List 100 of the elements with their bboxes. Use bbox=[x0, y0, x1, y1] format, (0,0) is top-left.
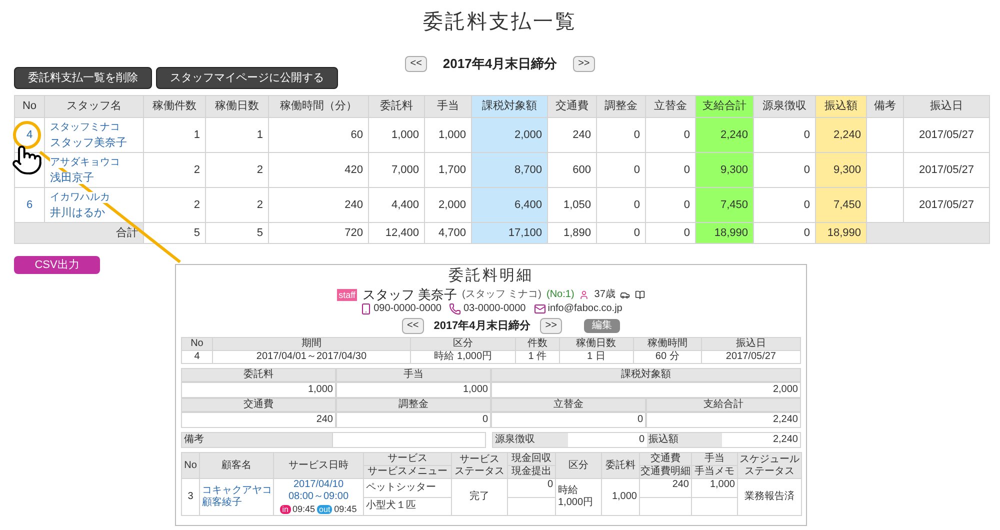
amount-label: 交通費 bbox=[181, 398, 336, 412]
book-icon bbox=[635, 290, 646, 300]
staff-name[interactable]: 井川はるか bbox=[50, 207, 105, 219]
action-button[interactable]: 委託料支払一覧を削除 bbox=[14, 67, 152, 89]
period-label: 2017年4月末日締分 bbox=[434, 319, 530, 333]
column-header: No bbox=[14, 96, 44, 118]
column-header: 交通費 bbox=[640, 452, 692, 466]
staff-number: (No:1) bbox=[546, 288, 574, 300]
column-header: 顧客名 bbox=[200, 452, 274, 478]
table-cell: 7,000 bbox=[368, 152, 424, 188]
column-header: 手当 bbox=[424, 96, 472, 118]
column-header: スタッフ名 bbox=[44, 96, 144, 118]
period-label: 2017年4月末日締分 bbox=[442, 55, 558, 74]
table-cell: 1,890 bbox=[548, 222, 596, 244]
column-header: 区分 bbox=[410, 338, 516, 350]
service-date: 2017/04/10 bbox=[292, 479, 345, 491]
table-cell: 18,990 bbox=[816, 222, 866, 244]
column-header: 現金提出 bbox=[508, 466, 556, 478]
table-cell: 1 bbox=[144, 118, 206, 152]
table-cell: 60 分 bbox=[633, 350, 702, 364]
row-number[interactable]: 4 bbox=[26, 128, 33, 141]
column-header: 振込日 bbox=[701, 338, 800, 350]
table-cell: 9,300 bbox=[696, 152, 754, 188]
column-header: 源泉徴収 bbox=[754, 96, 816, 118]
table-cell: 1,000 bbox=[368, 118, 424, 152]
customer-name[interactable]: 顧客綾子 bbox=[202, 497, 271, 509]
action-button[interactable]: スタッフマイページに公開する bbox=[156, 67, 338, 89]
table-cell: 2,000 bbox=[472, 118, 548, 152]
column-header: 振込額 bbox=[816, 96, 866, 118]
column-header: 委託料 bbox=[368, 96, 424, 118]
contact-text: 03-0000-0000 bbox=[463, 303, 526, 315]
transfer-value: 2,240 bbox=[772, 433, 799, 447]
table-cell: 17,100 bbox=[472, 222, 548, 244]
table-cell: 7,450 bbox=[696, 188, 754, 222]
next-period-button[interactable]: >> bbox=[540, 318, 562, 334]
column-header: サービスメニュー bbox=[364, 466, 452, 478]
withholding-value: 0 bbox=[638, 433, 646, 447]
table-cell: 9,300 bbox=[816, 152, 866, 188]
table-cell: ペットシッター bbox=[364, 478, 452, 497]
column-header: サービス bbox=[364, 452, 452, 466]
column-header: 件数 bbox=[516, 338, 560, 350]
check-in-badge: in bbox=[280, 504, 291, 514]
table-cell: 2017/04/01～2017/04/30 bbox=[212, 350, 411, 364]
staff-name[interactable]: スタッフ美奈子 bbox=[50, 137, 127, 149]
column-header: 稼働件数 bbox=[144, 96, 206, 118]
column-header: 支給合計 bbox=[696, 96, 754, 118]
row-number[interactable]: 6 bbox=[26, 198, 33, 211]
column-header: 交通費 bbox=[548, 96, 596, 118]
column-header: 課税対象額 bbox=[472, 96, 548, 118]
staff-name[interactable]: 浅田京子 bbox=[50, 172, 94, 184]
edit-button[interactable]: 編集 bbox=[584, 319, 620, 333]
amount-label: 支給合計 bbox=[646, 398, 801, 412]
check-out-badge: out bbox=[317, 504, 332, 514]
table-cell: 1 日 bbox=[559, 350, 634, 364]
table-cell: 240 bbox=[640, 478, 692, 497]
column-header: 備考 bbox=[866, 96, 904, 118]
table-cell: 0 bbox=[596, 152, 646, 188]
table-cell: 完了 bbox=[452, 478, 508, 516]
customer-kana[interactable]: コキャクアヤコ bbox=[202, 485, 271, 497]
transfer-label: 振込額 bbox=[646, 433, 722, 447]
table-cell: 5 bbox=[206, 222, 268, 244]
amount-label: 調整金 bbox=[336, 398, 491, 412]
table-cell: 2 bbox=[144, 188, 206, 222]
table-cell: 1 件 bbox=[516, 350, 560, 364]
column-header: 区分 bbox=[556, 452, 602, 478]
car-icon bbox=[620, 290, 630, 300]
amount-value: 1,000 bbox=[181, 382, 336, 398]
category-text: 時給 bbox=[558, 485, 579, 497]
column-header: サービス ステータス bbox=[452, 452, 508, 478]
table-cell: 業務報告済 bbox=[738, 478, 802, 516]
table-cell: 8,700 bbox=[472, 152, 548, 188]
table-cell: 2 bbox=[206, 152, 268, 188]
column-header: 稼働時間（分） bbox=[268, 96, 368, 118]
table-cell: 2017/05/27 bbox=[701, 350, 800, 364]
previous-period-button[interactable]: << bbox=[402, 318, 424, 334]
table-cell: 2,240 bbox=[696, 118, 754, 152]
column-header: 交通費明細 bbox=[640, 466, 692, 478]
table-cell: 240 bbox=[548, 118, 596, 152]
phone-icon bbox=[449, 303, 462, 315]
amount-value: 0 bbox=[491, 412, 646, 428]
previous-period-button[interactable]: << bbox=[405, 56, 427, 72]
table-cell: 7,450 bbox=[816, 188, 866, 222]
table-cell: 0 bbox=[596, 118, 646, 152]
column-header: 振込日 bbox=[904, 96, 990, 118]
amount-label: 立替金 bbox=[491, 398, 646, 412]
amount-label: 課税対象額 bbox=[491, 368, 801, 382]
table-cell: 1,000 bbox=[692, 478, 738, 497]
amount-value: 2,000 bbox=[491, 382, 801, 398]
staff-kana[interactable]: イカワハルカ bbox=[50, 192, 110, 202]
next-period-button[interactable]: >> bbox=[573, 56, 595, 72]
table-cell: 時給 1,000円 bbox=[410, 350, 516, 364]
table-cell: 1,050 bbox=[548, 188, 596, 222]
amount-value: 2,240 bbox=[646, 412, 801, 428]
table-cell: 2017/05/27 bbox=[904, 118, 990, 152]
csv-export-button[interactable]: CSV出力 bbox=[14, 256, 100, 274]
staff-kana[interactable]: アサダキョウコ bbox=[50, 156, 120, 168]
table-cell: 3 bbox=[182, 478, 200, 516]
table-cell: 2 bbox=[206, 188, 268, 222]
staff-kana[interactable]: スタッフミナコ bbox=[50, 122, 120, 132]
column-header: 手当メモ bbox=[692, 466, 738, 478]
